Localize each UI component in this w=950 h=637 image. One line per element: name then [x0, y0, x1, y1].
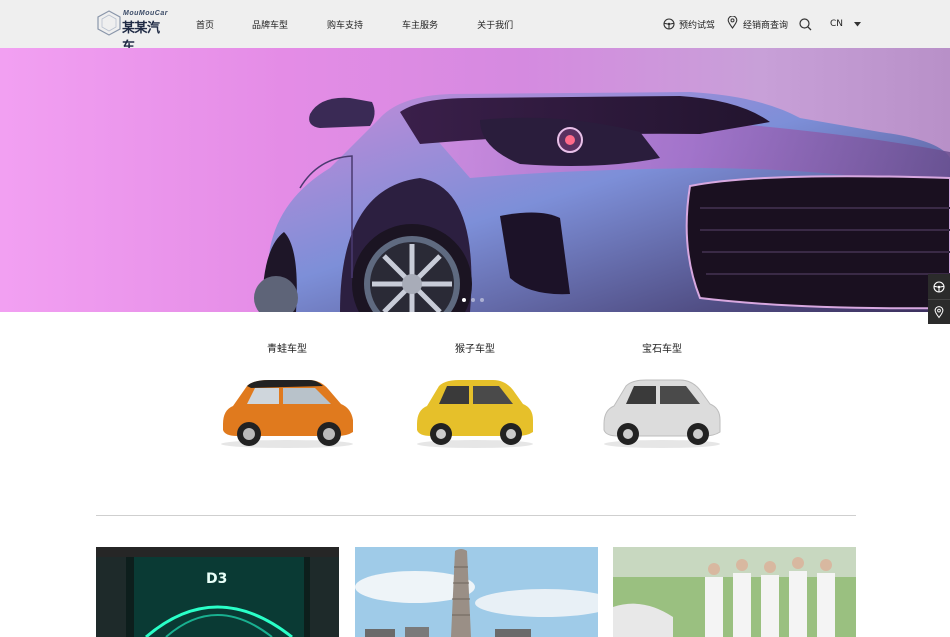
- nav-item-owner-service[interactable]: 车主服务: [402, 18, 438, 31]
- news-card-3[interactable]: [613, 547, 856, 637]
- nav-item-purchase-support[interactable]: 购车支持: [327, 18, 363, 31]
- model-name: 青蛙车型: [267, 344, 307, 355]
- dealer-search-label: 经销商查询: [743, 20, 789, 31]
- steering-wheel-icon: [663, 18, 675, 30]
- model-car-image: [417, 380, 533, 448]
- map-pin-icon: [934, 305, 944, 318]
- model-car-image: [221, 380, 353, 448]
- brand-name-en: MouMouCar: [123, 10, 168, 17]
- news-image-exhibition: D3: [96, 547, 339, 637]
- floating-sidebar: [928, 274, 950, 324]
- search-button[interactable]: [799, 0, 812, 48]
- news-card-2[interactable]: [355, 547, 598, 637]
- model-card-gem[interactable]: 宝石车型: [582, 340, 742, 450]
- news-image-tower: [355, 547, 598, 637]
- nav-item-about[interactable]: 关于我们: [477, 18, 513, 31]
- main-nav: 首页 品牌车型 购车支持 车主服务 关于我们: [196, 0, 513, 48]
- news-image-delegation: [613, 547, 856, 637]
- hero-car-image: [254, 92, 950, 312]
- model-name: 猴子车型: [455, 344, 495, 355]
- model-card-monkey[interactable]: 猴子车型: [395, 340, 555, 450]
- hero-dot-2[interactable]: [471, 298, 475, 302]
- float-dealer-button[interactable]: [928, 299, 950, 324]
- map-pin-icon: [727, 16, 738, 29]
- language-selector[interactable]: CN: [830, 0, 862, 48]
- test-drive-label: 预约试驾: [679, 20, 716, 31]
- svg-text:D3: D3: [206, 571, 227, 587]
- model-name: 宝石车型: [642, 344, 682, 355]
- caret-down-icon: [854, 21, 862, 26]
- float-test-drive-button[interactable]: [928, 274, 950, 299]
- hero-dot-3[interactable]: [480, 298, 484, 302]
- nav-item-home[interactable]: 首页: [196, 18, 214, 31]
- hero-banner[interactable]: [0, 48, 950, 312]
- brand-emblem-icon: [97, 10, 121, 36]
- site-header: MouMouCar 某某汽车 首页 品牌车型 购车支持 车主服务 关于我们 预约…: [0, 0, 950, 55]
- model-car-image: [603, 379, 721, 448]
- dealer-search-link[interactable]: 经销商查询: [727, 0, 788, 48]
- hero-pagination: [462, 298, 484, 302]
- nav-item-models[interactable]: 品牌车型: [252, 18, 288, 31]
- language-label: CN: [830, 19, 844, 29]
- search-icon: [799, 17, 812, 30]
- news-card-1[interactable]: D3: [96, 547, 339, 637]
- model-card-frog[interactable]: 青蛙车型: [207, 340, 367, 450]
- brand-logo[interactable]: MouMouCar 某某汽车: [96, 9, 168, 55]
- test-drive-link[interactable]: 预约试驾: [663, 0, 715, 48]
- steering-wheel-icon: [933, 280, 945, 293]
- section-divider: [96, 515, 856, 516]
- hero-dot-1[interactable]: [462, 298, 466, 302]
